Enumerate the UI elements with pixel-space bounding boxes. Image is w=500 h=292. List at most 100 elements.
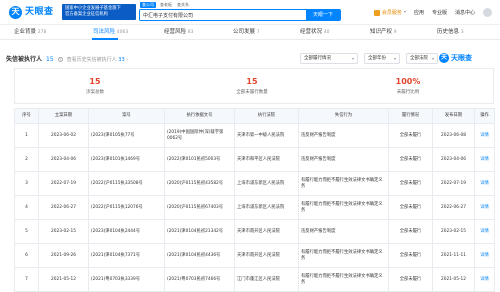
tab-count: 4063	[116, 30, 129, 35]
search-tab-boss[interactable]: 查老板	[159, 2, 173, 8]
cell-basis-doc: (2021)津0104民初21342号	[164, 219, 235, 244]
tab-label: 知识产权	[370, 29, 393, 35]
header-link-messages[interactable]: 消息中心	[455, 10, 475, 16]
vip-service-link[interactable]: 会员服务 ▾	[373, 9, 406, 16]
watermark-logo: 天 天眼查	[439, 53, 472, 63]
active-tab-indicator	[92, 38, 118, 40]
cell-behavior: 有履行能力而拒不履行生效法律文书确定义务	[298, 243, 389, 268]
tab-count: 7	[256, 30, 260, 35]
logo-mark-icon: 天	[9, 5, 22, 19]
search-tab-relation[interactable]: 查关系	[176, 2, 190, 8]
cell-fulfillment: 全部未履行	[388, 243, 433, 268]
cell-index: 1	[14, 123, 39, 148]
tab-label: 历史信息	[437, 29, 460, 35]
cell-basis-doc: (2021)津0104民初4436号	[164, 243, 235, 268]
cell-index: 3	[14, 171, 39, 196]
table-row: 3 2022-07-19 (2022)沪0115执33508号 (2020)沪0115…	[14, 171, 495, 196]
tab-label: 公司发展	[233, 29, 256, 35]
category-nav: 企业背景 278 司法风险 4063 经营风险 83 公司发展 7 经营状况 4…	[0, 26, 500, 40]
tab-operating-risk[interactable]: 经营风险 83	[164, 29, 194, 36]
tab-intellectual-property[interactable]: 知识产权 9	[370, 29, 397, 36]
col-filing-date: 立案日期	[38, 108, 89, 124]
tab-business-status[interactable]: 经营状况 40	[300, 29, 330, 36]
cell-filing-date: 2021-05-12	[38, 267, 89, 292]
search-tab-company[interactable]: 查公司	[140, 2, 156, 8]
chevron-down-icon: ▾	[431, 56, 434, 61]
stat-label: 未履行比例	[396, 89, 420, 95]
tab-count: 3	[460, 30, 464, 35]
col-basis-doc: 执行依据文号	[164, 108, 235, 124]
stat-value: 15	[246, 77, 258, 86]
tab-judicial-risk[interactable]: 司法风险 4063	[93, 29, 128, 36]
cell-case-number: (2023)津0104执2444号	[88, 219, 165, 244]
search-button[interactable]: 天眼一下	[306, 10, 340, 20]
top-header: 天 天眼查 国家中小企业发展子基金旗下 官方备案企业征信机构 查公司 查老板 查…	[0, 0, 500, 25]
detail-link[interactable]: 详情	[474, 243, 495, 268]
filter-court[interactable]: 全部法院 ▾	[406, 53, 438, 64]
cell-basis-doc: (2020)沪0115民初43582号	[164, 171, 235, 196]
promo-banner[interactable]: 国家中小企业发展子基金旗下 官方备案企业征信机构	[62, 4, 136, 20]
cell-behavior: 违反财产报告制度	[298, 123, 389, 148]
header-link-apps[interactable]: 应用	[414, 10, 424, 16]
cell-basis-doc: (2019)中国国际仲(深)裁字第0062号	[164, 123, 235, 148]
detail-link[interactable]: 详情	[474, 147, 495, 172]
cell-behavior: 有履行能力而拒不履行生效法律文书确定义务	[298, 267, 389, 292]
cell-fulfillment: 全部未履行	[388, 123, 433, 148]
table-row: 5 2023-02-15 (2023)津0104执2444号 (2021)津0104民…	[14, 219, 495, 244]
header-actions: 会员服务 ▾ 应用 专业版 消息中心	[373, 8, 492, 17]
history-link-count: 33	[118, 56, 125, 63]
filter-year[interactable]: 全部年份 ▾	[364, 53, 400, 64]
cell-filing-date: 2021-09-26	[38, 243, 89, 268]
cell-publish-date: 2023-02-15	[432, 219, 475, 244]
cell-basis-doc: (2021)粤0703民初7466号	[164, 267, 235, 292]
avatar[interactable]	[483, 8, 492, 17]
cell-court: 上海市浦东新区人民法院	[234, 171, 299, 196]
cell-court: 天津市和平区人民法院	[234, 147, 299, 172]
detail-link[interactable]: 详情	[474, 267, 495, 292]
cell-case-number: (2021)津0104执7371号	[88, 243, 165, 268]
cell-court: 上海市浦东新区人民法院	[234, 195, 299, 220]
detail-link[interactable]: 详情	[474, 195, 495, 220]
history-dishonest-link[interactable]: 查看历史失信被执行人 33 ›	[67, 57, 129, 63]
search-box: 天眼一下	[139, 9, 341, 21]
filter-fulfillment[interactable]: 全部履行情况 ▾	[300, 53, 358, 64]
cell-behavior: 违反财产报告制度	[298, 147, 389, 172]
detail-link[interactable]: 详情	[474, 123, 495, 148]
tab-count: 83	[187, 30, 194, 35]
cell-index: 5	[14, 219, 39, 244]
header-link-pro[interactable]: 专业版	[432, 10, 447, 16]
tab-label: 企业背景	[14, 29, 37, 35]
cell-case-number: (2022)沪0115执12076号	[88, 195, 165, 220]
cell-case-number: (2023)津0105执77号	[88, 123, 165, 148]
tab-history[interactable]: 历史信息 3	[437, 29, 464, 36]
chevron-down-icon: ▾	[403, 9, 406, 15]
cell-index: 7	[14, 267, 39, 292]
col-case-number: 案号	[88, 108, 165, 124]
stat-value: 100%	[395, 77, 421, 86]
chevron-down-icon: ▾	[351, 56, 354, 61]
tab-count: 9	[393, 30, 397, 35]
search-input[interactable]	[140, 10, 306, 20]
col-index: 序号	[14, 108, 39, 124]
detail-link[interactable]: 详情	[474, 171, 495, 196]
cell-fulfillment: 全部未履行	[388, 171, 433, 196]
table-row: 2 2023-04-06 (2023)津0101执1469号 (2022)津0101民…	[14, 147, 495, 172]
tab-company-background[interactable]: 企业背景 278	[14, 29, 46, 36]
cell-basis-doc: (2022)津0101民初5003号	[164, 147, 235, 172]
cell-index: 6	[14, 243, 39, 268]
cell-court: 江门市蓬江区人民法院	[234, 267, 299, 292]
tab-label: 经营风险	[164, 29, 187, 35]
tab-company-development[interactable]: 公司发展 7	[233, 29, 260, 36]
filter-court-value: 全部法院	[410, 56, 428, 61]
cell-case-number: (2021)粤0703执3339号	[88, 267, 165, 292]
detail-link[interactable]: 详情	[474, 219, 495, 244]
tab-label: 经营状况	[300, 29, 323, 35]
stat-label: 涉案总数	[86, 89, 104, 95]
cell-court: 天津市南开区人民法院	[234, 219, 299, 244]
filter-fulfillment-value: 全部履行情况	[304, 56, 331, 61]
cell-publish-date: 2023-04-06	[432, 147, 475, 172]
cell-behavior: 有履行能力而拒不履行生效法律文书确定义务	[298, 171, 389, 196]
help-icon[interactable]: ?	[57, 57, 63, 63]
history-link-label: 查看历史失信被执行人	[66, 56, 117, 63]
logo[interactable]: 天 天眼查	[9, 5, 54, 19]
